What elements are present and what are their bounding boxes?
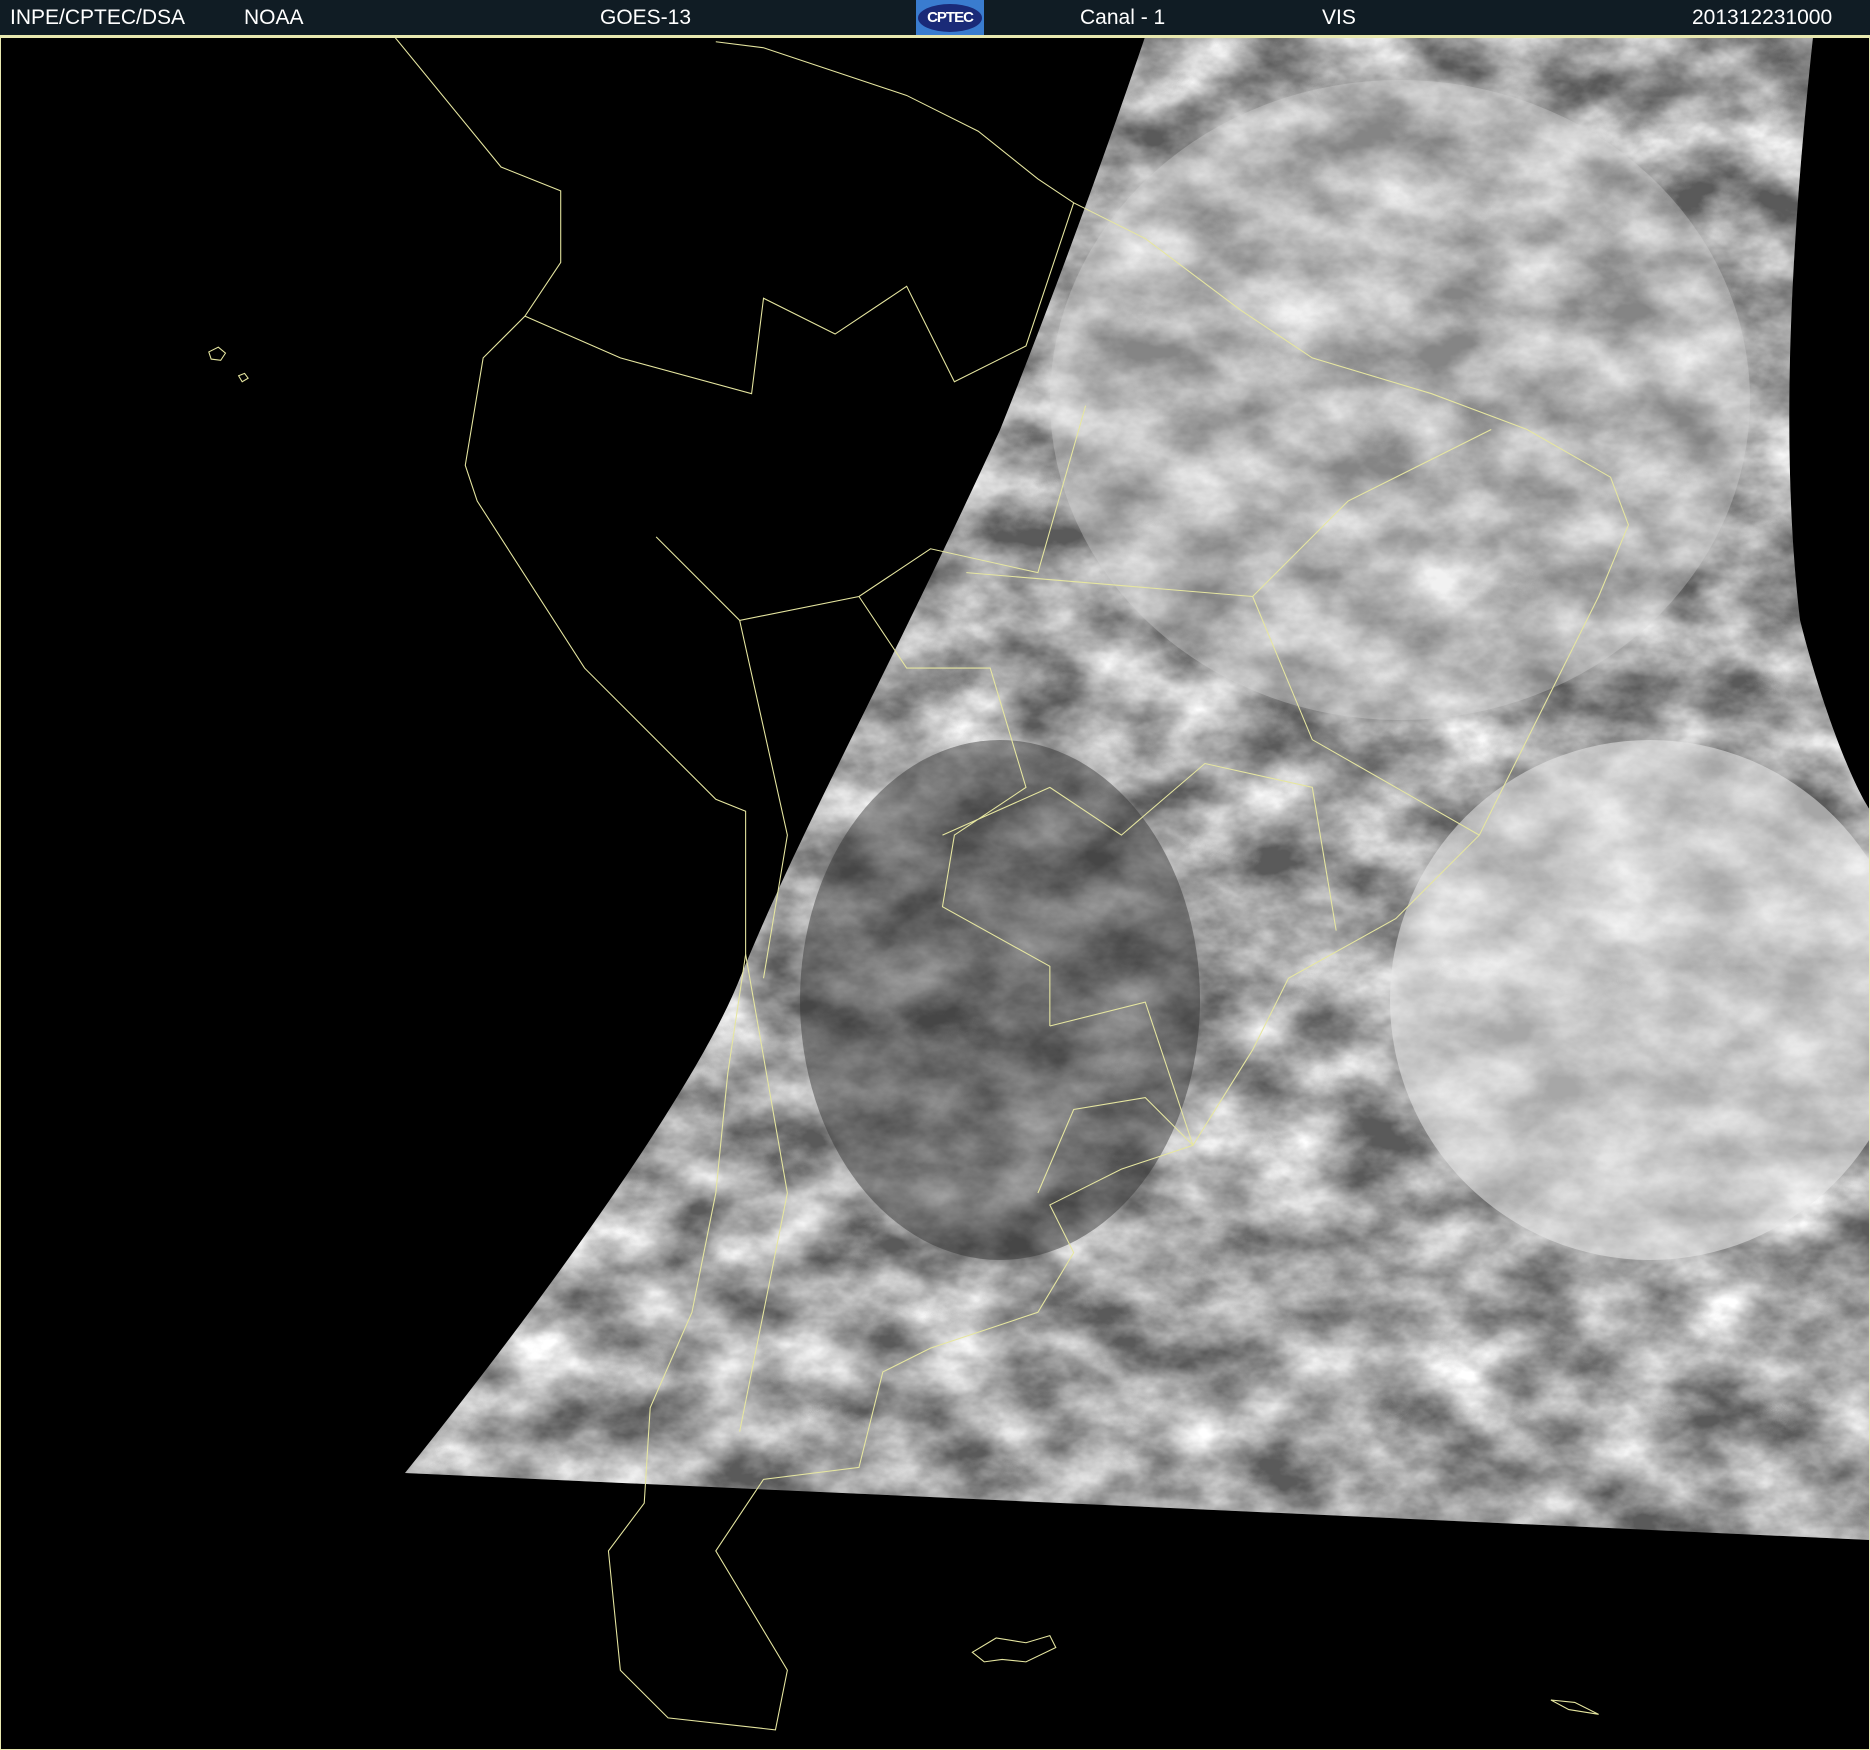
timestamp-label: 201312231000 <box>1692 6 1833 29</box>
header-bar: INPE/CPTEC/DSA NOAA GOES-13 CPTEC Canal … <box>0 0 1870 37</box>
satellite-image <box>0 37 1870 1750</box>
agency-label: NOAA <box>244 6 304 29</box>
channel-label: Canal - 1 <box>1080 6 1166 29</box>
cptec-logo: CPTEC <box>916 0 984 35</box>
satellite-label: GOES-13 <box>600 6 692 29</box>
cptec-logo-text: CPTEC <box>918 3 982 32</box>
institution-label: INPE/CPTEC/DSA <box>10 6 186 29</box>
band-label: VIS <box>1322 6 1356 29</box>
